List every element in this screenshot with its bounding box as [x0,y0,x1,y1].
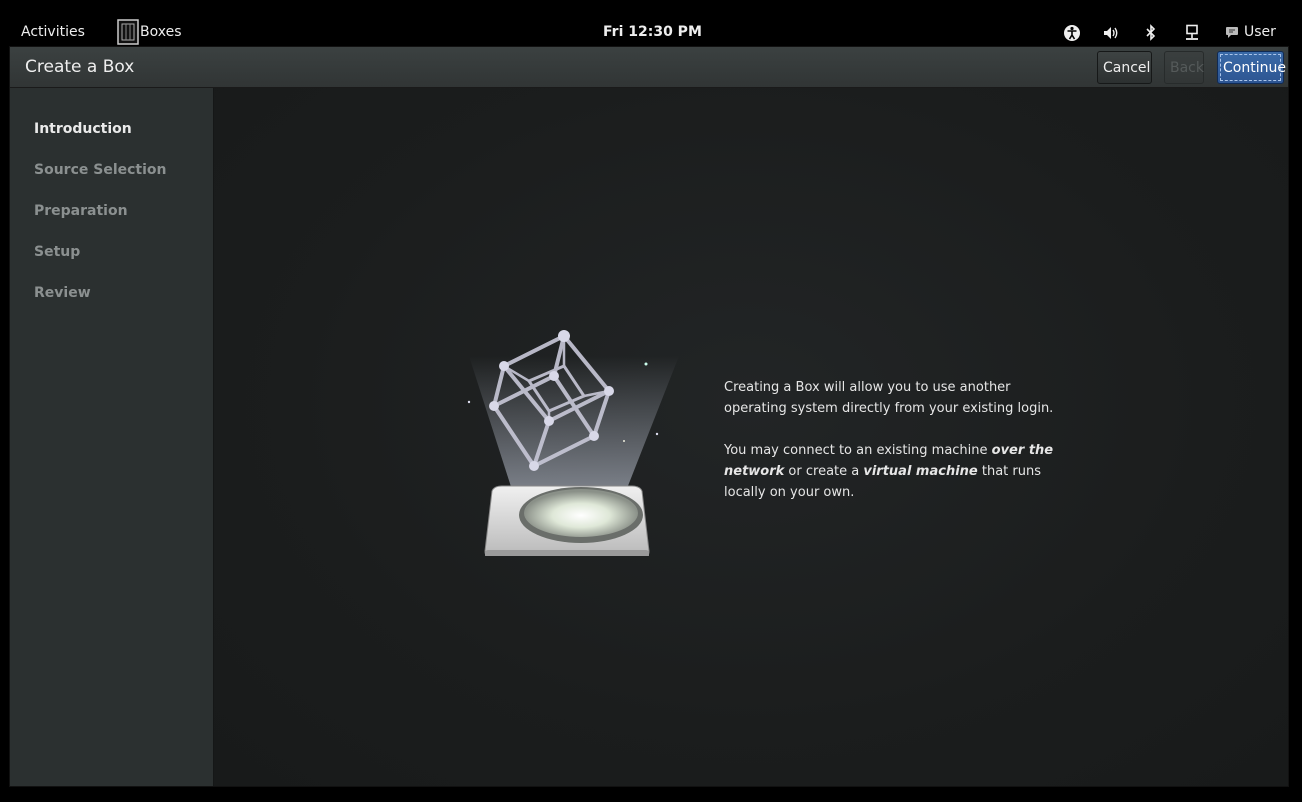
cancel-button[interactable]: Cancel [1097,51,1152,84]
step-setup: Setup [34,244,81,260]
boxes-illustration [467,330,679,556]
activities-button[interactable]: Activities [21,24,85,40]
intro-paragraph-2: You may connect to an existing machine o… [724,440,1064,503]
step-preparation: Preparation [34,203,128,219]
para2-text-a: You may connect to an existing machine [724,443,992,458]
top-bar: Activities Boxes Fri 12:30 PM User [0,0,1302,46]
boxes-app-icon[interactable] [117,19,139,45]
user-status-icon[interactable] [1225,25,1239,39]
header-bar: Create a Box Cancel Back Continue [10,47,1288,88]
intro-page: Creating a Box will allow you to use ano… [214,88,1288,786]
user-menu[interactable]: User [1244,24,1276,40]
step-source-selection: Source Selection [34,162,167,178]
intro-paragraph-1: Creating a Box will allow you to use ano… [724,380,1054,416]
back-button[interactable]: Back [1164,51,1204,84]
para2-emphasis-vm: virtual machine [863,464,978,479]
create-box-dialog: Create a Box Cancel Back Continue Introd… [9,46,1289,787]
para2-text-c: or create a [784,464,864,479]
volume-icon[interactable] [1102,24,1120,42]
window-title: Create a Box [25,57,135,77]
accessibility-icon[interactable] [1063,24,1081,42]
continue-button[interactable]: Continue [1217,51,1286,84]
bluetooth-icon[interactable] [1142,24,1160,42]
app-menu-label[interactable]: Boxes [140,24,182,40]
intro-description: Creating a Box will allow you to use ano… [724,377,1064,524]
network-icon[interactable] [1183,24,1201,42]
step-review: Review [34,285,91,301]
step-introduction: Introduction [34,121,132,137]
clock[interactable]: Fri 12:30 PM [603,24,702,40]
wizard-steps-sidebar: Introduction Source Selection Preparatio… [10,88,214,786]
